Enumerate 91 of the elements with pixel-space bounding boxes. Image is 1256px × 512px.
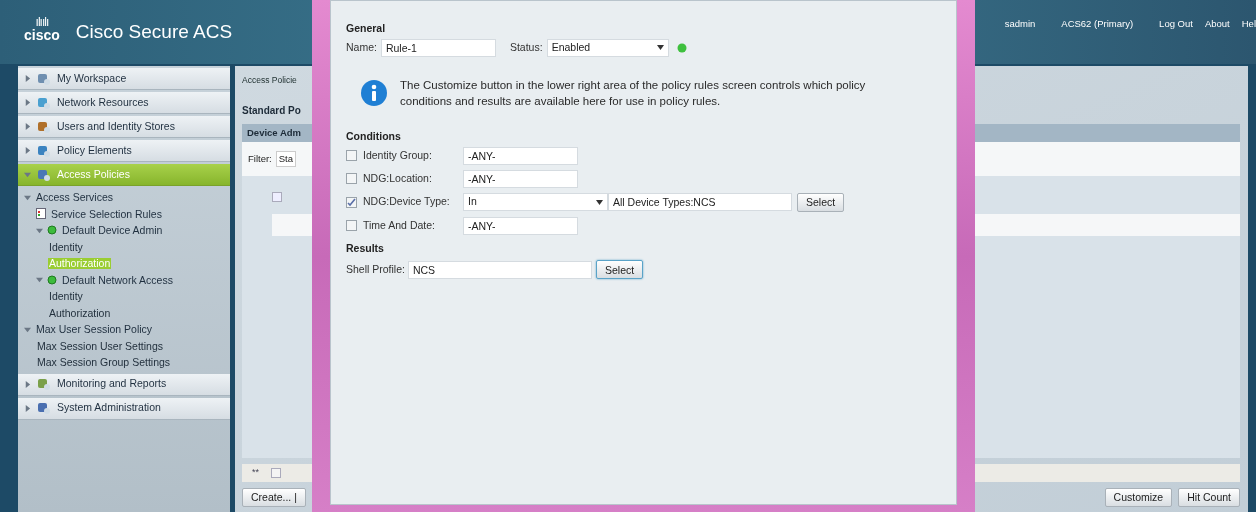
collapse-caret-icon[interactable] <box>24 99 31 106</box>
sidebar-section[interactable]: Policy Elements <box>18 140 230 162</box>
info-message: The Customize button in the lower right area of the policy rules screen controls which policy conditions and results are available here for use in policy rules. <box>400 77 867 109</box>
section-icon <box>37 167 51 182</box>
server-name: ACS62 (Primary) <box>1061 17 1134 31</box>
tree-item[interactable]: Max Session Group Settings <box>36 357 172 368</box>
section-icon <box>37 377 51 391</box>
collapse-caret-icon[interactable] <box>24 147 31 154</box>
tree-item[interactable]: Max Session User Settings <box>36 340 165 351</box>
header-link[interactable]: Hel <box>1241 17 1256 32</box>
dropdown-caret-icon <box>596 199 603 205</box>
tree-item[interactable]: Default Network Access <box>61 274 174 285</box>
collapse-caret-icon[interactable] <box>24 380 31 388</box>
section-label: Access Policies <box>57 166 130 182</box>
dropdown-caret-icon <box>656 45 664 51</box>
condition-label: NDG:Device Type: <box>363 194 451 210</box>
condition-label: Identity Group: <box>363 147 433 163</box>
condition-checkbox[interactable] <box>346 173 357 184</box>
tree-item[interactable]: Identity <box>48 291 84 302</box>
rules-icon <box>36 208 46 220</box>
section-label: Monitoring and Reports <box>57 376 167 392</box>
condition-field[interactable]: -ANY- <box>463 169 578 188</box>
section-label: Network Resources <box>57 94 149 110</box>
section-icon <box>37 95 51 110</box>
condition-checkbox[interactable] <box>346 150 357 161</box>
status-dot-icon <box>47 274 57 285</box>
select-button[interactable]: Select <box>595 260 644 280</box>
field-label: Name: <box>346 39 377 55</box>
expand-caret-icon[interactable] <box>24 171 31 178</box>
logo-wordmark: cisco <box>24 28 60 42</box>
expand-caret-icon[interactable] <box>36 276 43 284</box>
condition-checkbox[interactable] <box>346 196 357 208</box>
condition-field[interactable]: -ANY- <box>463 146 578 165</box>
expand-caret-icon[interactable] <box>36 226 43 234</box>
tree-item[interactable]: Identity <box>48 241 84 252</box>
tree-item[interactable]: Access Services <box>35 192 115 203</box>
section-label: System Administration <box>57 400 161 416</box>
sidebar-section[interactable]: Users and Identity Stores <box>18 116 230 138</box>
breadcrumb: Access Policie <box>242 74 297 87</box>
shell-profile-field[interactable]: NCS <box>407 260 592 279</box>
section-label: Policy Elements <box>57 142 132 158</box>
table-tab[interactable]: Device Adm <box>247 125 302 140</box>
toolbar-button[interactable]: Customize <box>1104 487 1173 507</box>
tree-item[interactable]: Default Device Admin <box>61 225 164 236</box>
status-dropdown[interactable]: Enabled <box>546 38 669 57</box>
toolbar-button[interactable]: Hit Count <box>1178 487 1240 507</box>
info-icon <box>360 78 388 107</box>
section-icon <box>37 401 51 415</box>
status-dot-icon <box>47 225 57 236</box>
section-label: My Workspace <box>57 70 127 86</box>
collapse-caret-icon[interactable] <box>24 404 31 412</box>
sidebar-section[interactable]: System Administration <box>18 397 230 420</box>
section-icon <box>37 143 51 158</box>
section-icon <box>37 119 51 134</box>
expand-caret-icon[interactable] <box>24 193 31 201</box>
user-name: sadmin <box>1004 17 1036 31</box>
row-checkbox[interactable] <box>272 191 282 202</box>
tree-item[interactable]: Authorization <box>48 307 112 318</box>
tree-item[interactable]: Service Selection Rules <box>50 208 163 219</box>
condition-field[interactable]: -ANY- <box>463 216 578 235</box>
header-link[interactable]: Log Out <box>1159 17 1193 32</box>
field-label: Shell Profile: <box>346 261 405 277</box>
expand-caret-icon[interactable] <box>24 325 31 333</box>
footer-checkbox[interactable] <box>271 468 281 478</box>
operator-dropdown[interactable]: In <box>463 193 608 211</box>
select-button[interactable]: Select <box>797 192 845 212</box>
collapse-caret-icon[interactable] <box>24 123 31 130</box>
sidebar-section[interactable]: Network Resources <box>18 92 230 114</box>
condition-label: NDG:Location: <box>363 170 433 186</box>
collapse-caret-icon[interactable] <box>24 75 31 82</box>
condition-checkbox[interactable] <box>346 220 357 231</box>
logo-bars: ılıılı <box>35 16 49 28</box>
condition-label: Time And Date: <box>363 217 436 233</box>
name-field[interactable]: Rule-1 <box>380 38 496 57</box>
section-heading: Results <box>346 240 385 256</box>
product-title: Cisco Secure ACS <box>75 22 233 42</box>
header-link[interactable]: About <box>1204 17 1230 32</box>
section-heading: Conditions <box>346 128 402 144</box>
check-icon <box>347 197 356 207</box>
section-label: Users and Identity Stores <box>57 118 175 134</box>
field-label: Status: <box>509 39 543 55</box>
condition-field[interactable]: All Device Types:NCS <box>608 193 792 211</box>
filter-label: Filter: <box>248 151 272 166</box>
footer-mark: ** <box>252 466 259 480</box>
create-button[interactable]: Create... | <box>242 487 306 507</box>
filter-dropdown[interactable]: Sta <box>275 150 296 167</box>
sidebar-section[interactable]: Monitoring and Reports <box>18 373 230 396</box>
section-icon <box>37 71 51 86</box>
tree-item[interactable]: Max User Session Policy <box>35 324 154 335</box>
section-heading: General <box>346 21 387 36</box>
sidebar-section[interactable]: My Workspace <box>18 68 230 90</box>
